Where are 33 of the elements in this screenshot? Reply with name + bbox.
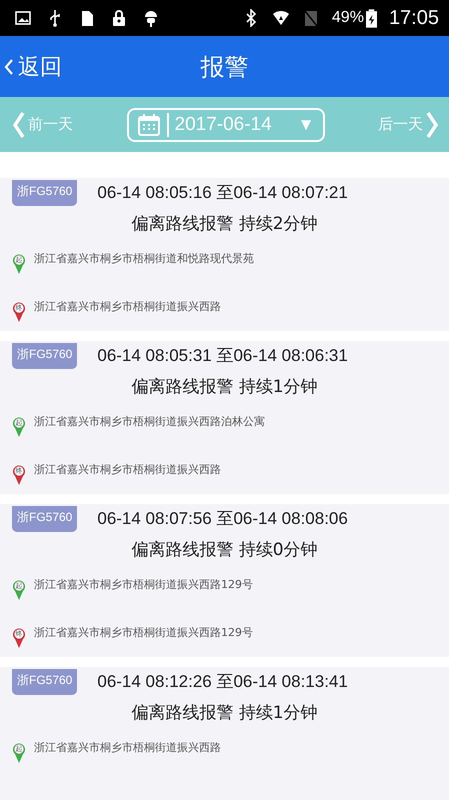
wifi-icon (272, 9, 290, 27)
end-address: 浙江省嘉兴市桐乡市梧桐街道振兴西路 (34, 462, 221, 477)
start-address: 浙江省嘉兴市桐乡市梧桐街道振兴西路 (34, 740, 221, 755)
end-address: 浙江省嘉兴市桐乡市梧桐街道振兴西路129号 (34, 625, 253, 640)
time-range: 06-14 08:05:31 至06-14 08:06:31 (97, 345, 348, 367)
time-range: 06-14 08:07:56 至06-14 08:08:06 (97, 508, 348, 530)
dropdown-arrow: ▼ (298, 114, 314, 134)
plate-badge: 浙FG5760 (12, 343, 78, 369)
start-address: 浙江省嘉兴市桐乡市梧桐街道和悦路现代景苑 (34, 251, 254, 266)
end-address: 浙江省嘉兴市桐乡市梧桐街道振兴西路 (34, 299, 221, 314)
plate-badge: 浙FG5760 (12, 180, 78, 206)
calendar-icon (136, 112, 160, 136)
right-chevron-icon (425, 110, 439, 140)
alarm-summary: 偏离路线报警 持续1分钟 (130, 376, 319, 398)
clock: 17:05 (388, 6, 439, 30)
date-value: 2017-06-14 (174, 114, 273, 136)
battery-percent: 49% (332, 9, 364, 27)
start-address: 浙江省嘉兴市桐乡市梧桐街道振兴西路泊林公寓 (34, 414, 265, 429)
back-button[interactable]: 返回 (0, 52, 62, 82)
left-chevron-icon (12, 110, 26, 140)
alarm-summary: 偏离路线报警 持续0分钟 (130, 539, 319, 561)
plate-badge: 浙FG5760 (12, 506, 78, 532)
page-title: 报警 (200, 52, 248, 82)
alarm-summary: 偏离路线报警 持续2分钟 (130, 213, 319, 235)
start-address: 浙江省嘉兴市桐乡市梧桐街道振兴西路129号 (34, 577, 253, 592)
lock-icon (110, 9, 128, 27)
battery-icon (366, 8, 377, 28)
alarm-summary: 偏离路线报警 持续1分钟 (130, 702, 319, 724)
back-chevron-icon (4, 58, 14, 76)
plate-badge: 浙FG5760 (12, 669, 78, 695)
image-icon (14, 9, 32, 27)
time-range: 06-14 08:12:26 至06-14 08:13:41 (97, 671, 348, 693)
time-range: 06-14 08:05:16 至06-14 08:07:21 (97, 182, 348, 204)
